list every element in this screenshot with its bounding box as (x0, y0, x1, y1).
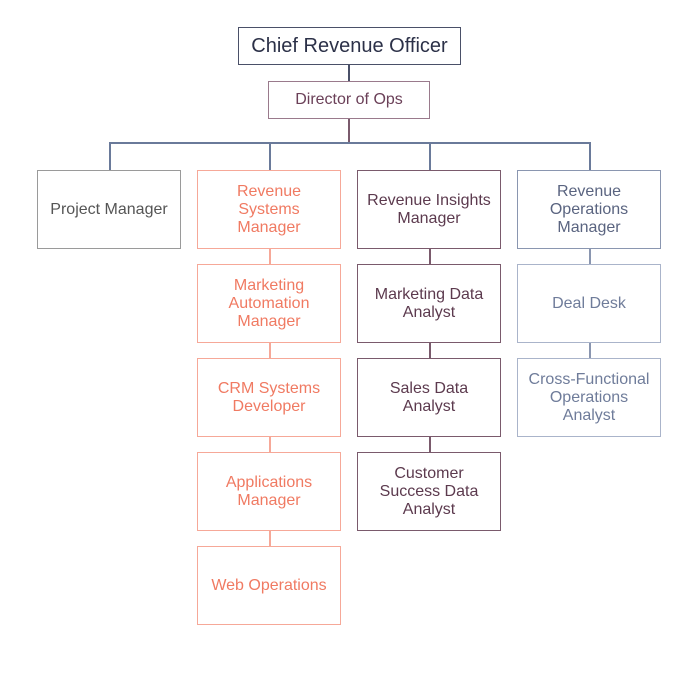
node-label: Web Operations (211, 576, 327, 594)
node-sales-data-analyst: Sales Data Analyst (357, 358, 501, 437)
node-label: Revenue Systems Manager (236, 182, 302, 236)
node-label: Applications Manager (225, 473, 313, 509)
node-applications-manager: Applications Manager (197, 452, 341, 531)
node-cross-functional-operations-analyst: Cross-Functional Operations Analyst (517, 358, 661, 437)
connector-bus-col3 (429, 142, 431, 170)
node-project-manager: Project Manager (37, 170, 181, 249)
connector-bus-col1 (109, 142, 111, 170)
node-label: Deal Desk (552, 294, 626, 312)
node-label: Revenue Operations Manager (549, 182, 629, 236)
node-label: Marketing Data Analyst (374, 285, 484, 321)
node-revenue-systems-manager: Revenue Systems Manager (197, 170, 341, 249)
connector-cro-director (348, 65, 350, 81)
node-deal-desk: Deal Desk (517, 264, 661, 343)
node-director-of-ops: Director of Ops (268, 81, 430, 119)
node-crm-systems-developer: CRM Systems Developer (197, 358, 341, 437)
node-label: Customer Success Data Analyst (379, 464, 479, 518)
node-label: CRM Systems Developer (217, 379, 321, 415)
node-label: Project Manager (50, 200, 168, 218)
node-customer-success-data-analyst: Customer Success Data Analyst (357, 452, 501, 531)
node-label: Marketing Automation Manager (228, 276, 310, 330)
connector-director-bus (348, 119, 350, 142)
node-label: Revenue Insights Manager (367, 191, 491, 227)
node-chief-revenue-officer: Chief Revenue Officer (238, 27, 461, 65)
connector-bus-col4 (589, 142, 591, 170)
node-label: Chief Revenue Officer (251, 35, 448, 57)
node-marketing-automation-manager: Marketing Automation Manager (197, 264, 341, 343)
node-web-operations: Web Operations (197, 546, 341, 625)
node-marketing-data-analyst: Marketing Data Analyst (357, 264, 501, 343)
connector-bus-col2 (269, 142, 271, 170)
node-revenue-operations-manager: Revenue Operations Manager (517, 170, 661, 249)
node-label: Cross-Functional Operations Analyst (528, 370, 650, 424)
node-label: Sales Data Analyst (389, 379, 469, 415)
node-label: Director of Ops (295, 91, 403, 108)
connector-bus (109, 142, 590, 144)
node-revenue-insights-manager: Revenue Insights Manager (357, 170, 501, 249)
